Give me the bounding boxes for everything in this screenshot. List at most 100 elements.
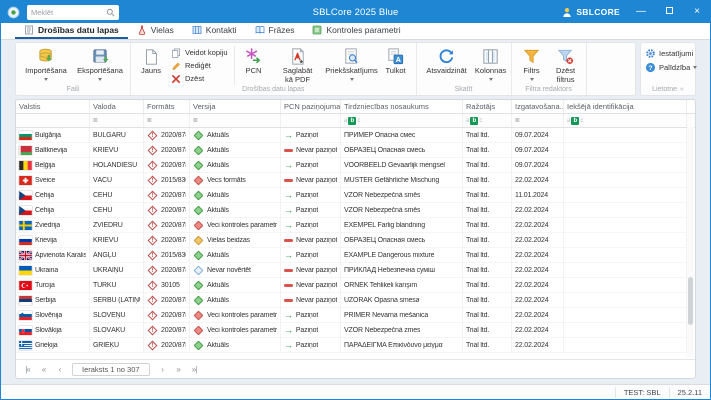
pager-next-button[interactable]: › bbox=[156, 365, 169, 374]
tab-vielas[interactable]: Vielas bbox=[128, 23, 183, 39]
trade-name-cell: ΠΑΡΑΔΕΙΓΜΑ Επικίνδυνο μείγμα bbox=[344, 341, 443, 349]
ribbon-group-filtra-redaktors: Filtrs Dzēst filtrus Filtra redaktors bbox=[512, 43, 587, 95]
table-row[interactable]: Čehija ČEHU !2020/878 Aktuāls →Paziņot V… bbox=[16, 203, 695, 218]
edit-button[interactable]: Rediģēt bbox=[170, 60, 228, 71]
pager-fast-next-button[interactable]: » bbox=[172, 365, 185, 374]
collapse-ribbon-icon[interactable]: « bbox=[680, 86, 684, 93]
pcn-cell: Nevar paziņot bbox=[296, 266, 337, 274]
column-header[interactable]: Formāts bbox=[144, 100, 190, 113]
account-button[interactable]: SBLCORE bbox=[562, 7, 620, 18]
pencil-icon bbox=[170, 60, 181, 71]
version-status-icon bbox=[193, 340, 204, 350]
version-status-icon bbox=[193, 190, 204, 200]
parameters-icon bbox=[312, 25, 322, 35]
delete-button[interactable]: Dzēst bbox=[170, 73, 228, 84]
column-header[interactable]: Iekšējā identifikācija bbox=[564, 100, 687, 113]
tab-drosibas-datu-lapas[interactable]: Drošības datu lapas bbox=[15, 23, 128, 39]
tab-frazes[interactable]: Frāzes bbox=[246, 23, 304, 39]
search-box[interactable] bbox=[27, 4, 119, 20]
version-cell: Vielas beidzas bbox=[207, 236, 250, 244]
column-header[interactable]: Valstis bbox=[16, 100, 90, 113]
search-input[interactable] bbox=[31, 7, 103, 17]
translate-button[interactable]: A Tulkot bbox=[379, 45, 413, 76]
filter-cell[interactable]: = bbox=[512, 114, 564, 127]
button-label: Priekšskatījums bbox=[325, 66, 378, 75]
manufactured-date-cell: 22.02.2024 bbox=[515, 281, 549, 289]
minimize-button[interactable]: — bbox=[634, 5, 648, 19]
filter-cell[interactable]: = bbox=[90, 114, 144, 127]
filter-button[interactable]: Filtrs bbox=[515, 45, 549, 83]
filter-cell[interactable]: = bbox=[190, 114, 281, 127]
vertical-scrollbar[interactable] bbox=[687, 127, 694, 357]
tab-kontroles-parametri[interactable]: Kontroles parametri bbox=[303, 23, 409, 39]
ribbon-group-label: Lietotne bbox=[652, 86, 677, 93]
columns-button[interactable]: Kolonnas bbox=[474, 45, 508, 83]
table-row[interactable]: Slovēnija SLOVĒŅU !2020/878 Veci kontrol… bbox=[16, 308, 695, 323]
status-bar: TEST: SBL 25.2.11 bbox=[1, 384, 710, 399]
column-header[interactable]: PCN paziņojuma... bbox=[281, 100, 341, 113]
pcn-button[interactable]: PCN bbox=[237, 45, 271, 76]
table-row[interactable]: Zviedrija ZVIEDRU !2020/878 Veci kontrol… bbox=[16, 218, 695, 233]
filter-cell[interactable] bbox=[16, 114, 90, 127]
export-button[interactable]: Eksportēšana bbox=[73, 45, 127, 83]
settings-button[interactable]: Iestatījumi bbox=[645, 46, 693, 60]
manufacturer-cell: Trial ltd. bbox=[466, 236, 490, 244]
button-label: Tulkot bbox=[385, 66, 406, 75]
table-row[interactable]: Baltkrievija KRIEVU !2020/878 Aktuāls Ne… bbox=[16, 143, 695, 158]
manufactured-date-cell: 09.07.2024 bbox=[515, 161, 549, 169]
save-as-pdf-button[interactable]: Saglabāt kā PDF bbox=[271, 45, 325, 84]
button-label: Rediģēt bbox=[185, 61, 211, 70]
preview-button[interactable]: Priekšskatījums bbox=[325, 45, 379, 83]
column-header[interactable]: Izgatavošana... bbox=[512, 100, 564, 113]
country-flag-icon bbox=[19, 340, 32, 350]
column-header[interactable]: Versija bbox=[190, 100, 281, 113]
table-row[interactable]: Turcija TURKU ! 30105 Aktuāls Nevar paziņ… bbox=[16, 278, 695, 293]
equals-filter-icon: = bbox=[93, 116, 98, 125]
close-button[interactable]: × bbox=[690, 5, 704, 19]
copy-button[interactable]: Veidot kopiju bbox=[170, 47, 228, 58]
trade-name-cell: EXAMPLE Dangerous mixture bbox=[344, 251, 435, 259]
refresh-button[interactable]: Atsvaidzināt bbox=[420, 45, 474, 76]
column-header[interactable]: Tirdzniecības nosaukums bbox=[341, 100, 463, 113]
table-row[interactable]: Beļģija HOLANDIEŠU !2020/878 Aktuāls →Pa… bbox=[16, 158, 695, 173]
table-row[interactable]: Grieķija GRIEĶU !2020/878 Aktuāls →Paziņ… bbox=[16, 338, 695, 353]
pager-last-button[interactable]: »| bbox=[188, 365, 201, 374]
filter-cell[interactable]: = bbox=[144, 114, 190, 127]
format-warning-icon: ! bbox=[147, 325, 158, 335]
help-button[interactable]: ? Palīdzība bbox=[645, 60, 698, 74]
language-cell: SERBU (LATĪŅU) bbox=[93, 296, 140, 304]
table-row[interactable]: Apvienota Karaliste ANGĻU !2015/830 Aktu… bbox=[16, 248, 695, 263]
version-status-icon bbox=[193, 160, 204, 170]
pager-first-button[interactable]: |« bbox=[21, 365, 34, 374]
new-button[interactable]: Jauns bbox=[134, 45, 168, 76]
preview-icon bbox=[342, 46, 361, 67]
country-cell: Slovēnija bbox=[35, 311, 63, 319]
pager-prev-button[interactable]: ‹ bbox=[53, 365, 66, 374]
maximize-button[interactable] bbox=[662, 5, 676, 19]
filter-cell[interactable]: abc bbox=[463, 114, 512, 127]
clear-filters-button[interactable]: Dzēst filtrus bbox=[549, 45, 583, 84]
table-row[interactable]: Šveice VĀCU !2015/830 Vecs formāts Nevar… bbox=[16, 173, 695, 188]
table-row[interactable]: Čehija ČEHU !2020/878 Aktuāls →Paziņot V… bbox=[16, 188, 695, 203]
table-row[interactable]: Ukraina UKRAIŅU !2020/878 Nevar novērtēt… bbox=[16, 263, 695, 278]
column-header[interactable]: Valoda bbox=[90, 100, 144, 113]
table-row[interactable]: Serbija SERBU (LATĪŅU) !2020/878 Aktuāls… bbox=[16, 293, 695, 308]
table-row[interactable]: Krievija KRIEVU !2020/878 Vielas beidzas… bbox=[16, 233, 695, 248]
ribbon-group-sds: Jauns Veidot kopiju Rediģēt Dzēst PCN Sa… bbox=[131, 43, 417, 95]
table-row[interactable]: Slovākija SLOVĀKU !2020/878 Veci kontrol… bbox=[16, 323, 695, 338]
button-label: Dzēst filtrus bbox=[555, 66, 576, 84]
version-cell: Aktuāls bbox=[207, 146, 229, 154]
filter-cell[interactable] bbox=[281, 114, 341, 127]
column-header[interactable]: Ražotājs bbox=[463, 100, 512, 113]
table-row[interactable]: Bulgārija BULGĀRU !2020/878 Aktuāls →Paz… bbox=[16, 128, 695, 143]
filter-cell[interactable]: abc bbox=[564, 114, 687, 127]
tab-kontakti[interactable]: Kontakti bbox=[183, 23, 246, 39]
pager-fast-prev-button[interactable]: « bbox=[37, 365, 50, 374]
manufactured-date-cell: 22.02.2024 bbox=[515, 176, 549, 184]
version-cell: Veci kontroles parametri bbox=[207, 221, 277, 229]
format-cell: 2020/878 bbox=[161, 131, 186, 139]
filter-cell[interactable]: abc bbox=[341, 114, 463, 127]
country-cell: Beļģija bbox=[35, 161, 55, 169]
import-button[interactable]: Importēšana bbox=[19, 45, 73, 83]
scrollbar-thumb[interactable] bbox=[688, 277, 693, 325]
